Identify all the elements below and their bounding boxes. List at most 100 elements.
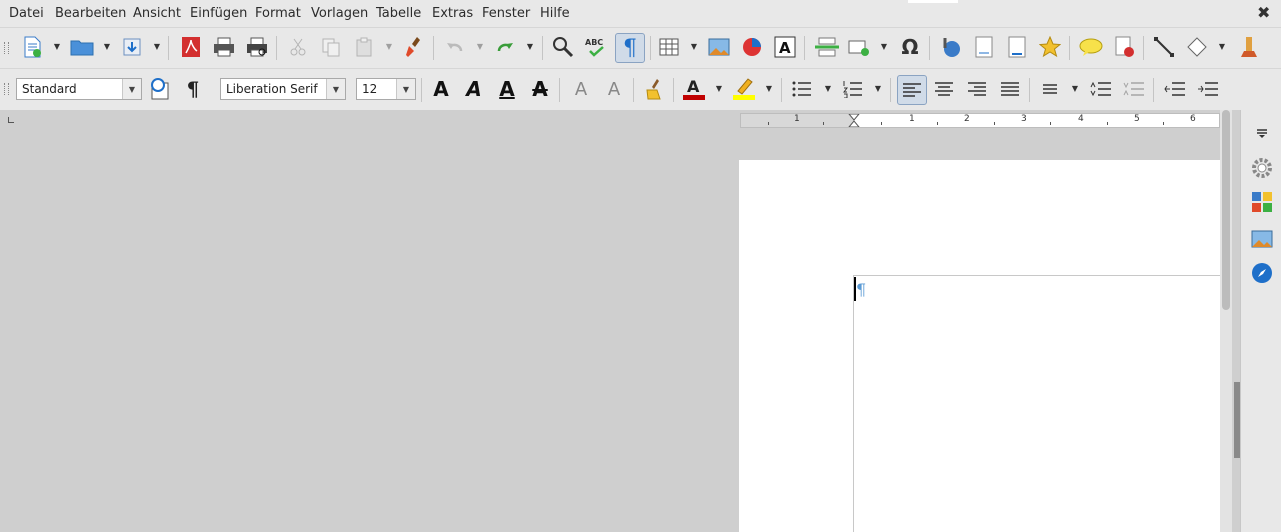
menu-tabelle[interactable]: Tabelle [376,6,421,21]
align-left-icon[interactable] [897,75,927,105]
vertical-scrollbar[interactable] [1220,110,1232,532]
field-dropdown-icon[interactable]: ▼ [880,43,888,51]
menu-extras[interactable]: Extras [432,6,473,21]
strikethrough-icon[interactable]: A [527,76,553,102]
line-icon[interactable] [1151,34,1177,60]
numbering-dropdown-icon[interactable]: ▼ [874,85,882,93]
copy-icon[interactable] [318,34,344,60]
indent-marker-icon[interactable] [848,114,860,127]
draw-functions-icon[interactable] [1236,34,1262,60]
menu-hilfe[interactable]: Hilfe [540,6,570,21]
update-style-icon[interactable] [147,76,173,102]
decrease-paragraph-spacing-icon[interactable] [1121,76,1147,102]
cut-icon[interactable] [285,34,311,60]
hyperlink-icon[interactable] [938,34,964,60]
chevron-down-icon[interactable]: ▼ [326,79,345,99]
numbered-list-icon[interactable] [840,76,866,102]
font-color-dropdown-icon[interactable]: ▼ [715,85,723,93]
justify-icon[interactable] [997,76,1023,102]
highlight-dropdown-icon[interactable]: ▼ [765,85,773,93]
redo-icon[interactable] [492,34,518,60]
image-icon[interactable] [706,34,732,60]
tab-stop-selector-icon[interactable] [8,117,14,123]
toolbar-handle[interactable] [4,42,9,54]
endnote-icon[interactable] [1004,34,1030,60]
chevron-down-icon[interactable]: ▼ [122,79,141,99]
line-spacing-dropdown-icon[interactable]: ▼ [1071,85,1079,93]
horizontal-ruler[interactable]: 1 1 2 3 4 5 6 [740,113,1220,128]
sidebar-menu-icon[interactable] [1251,122,1273,144]
italic-icon[interactable]: A [461,76,487,102]
properties-gear-icon[interactable] [1251,157,1273,179]
underline-icon[interactable]: A [494,76,520,102]
bold-glyph: A [433,77,449,101]
clone-formatting-icon[interactable] [402,34,428,60]
textbox-icon[interactable]: A [772,34,798,60]
separator [781,78,782,102]
bold-icon[interactable]: A [428,76,454,102]
save-dropdown-icon[interactable]: ▼ [153,43,161,51]
comment-icon[interactable] [1078,34,1104,60]
align-center-icon[interactable] [931,76,957,102]
decrease-indent-icon[interactable] [1195,76,1221,102]
footnote-icon[interactable] [971,34,997,60]
document-page[interactable] [739,160,1220,532]
styles-icon[interactable] [1251,191,1273,213]
basic-shapes-icon[interactable] [1184,34,1210,60]
undo-icon[interactable] [442,34,468,60]
menu-vorlagen[interactable]: Vorlagen [311,6,368,21]
navigator-compass-icon[interactable] [1251,262,1273,284]
highlight-color-icon[interactable] [731,76,757,102]
find-replace-icon[interactable] [550,34,576,60]
menu-einfuegen[interactable]: Einfügen [190,6,247,21]
formatting-marks-icon[interactable]: ¶ [615,33,645,63]
page-break-icon[interactable] [814,34,840,60]
new-dropdown-icon[interactable]: ▼ [53,43,61,51]
save-icon[interactable] [119,34,145,60]
clear-formatting-icon[interactable] [641,76,667,102]
redo-dropdown-icon[interactable]: ▼ [526,43,534,51]
font-size-combo[interactable]: 12 ▼ [356,78,416,100]
special-character-glyph: Ω [901,35,919,59]
font-color-icon[interactable]: A [681,76,707,102]
open-folder-icon[interactable] [69,34,95,60]
print-icon[interactable] [211,34,237,60]
font-name-combo[interactable]: Liberation Serif ▼ [220,78,346,100]
spellcheck-icon[interactable]: ABC [583,34,609,60]
track-changes-icon[interactable] [1111,34,1137,60]
superscript-icon[interactable]: A [568,76,594,102]
bookmark-icon[interactable] [1037,34,1063,60]
menu-bearbeiten[interactable]: Bearbeiten [55,6,126,21]
increase-paragraph-spacing-icon[interactable] [1088,76,1114,102]
table-icon[interactable] [656,34,682,60]
menu-datei[interactable]: Datei [9,6,44,21]
line-spacing-icon[interactable] [1037,76,1063,102]
table-dropdown-icon[interactable]: ▼ [690,43,698,51]
print-preview-icon[interactable] [244,34,270,60]
paragraph-style-combo[interactable]: Standard ▼ [16,78,142,100]
paste-icon[interactable] [351,34,377,60]
subscript-icon[interactable]: A [601,76,627,102]
new-document-icon[interactable] [19,34,45,60]
new-style-icon[interactable]: ¶ [180,76,206,102]
menu-format[interactable]: Format [255,6,301,21]
menu-ansicht[interactable]: Ansicht [133,6,181,21]
paste-dropdown-icon[interactable]: ▼ [385,43,393,51]
export-pdf-icon[interactable] [178,34,204,60]
open-dropdown-icon[interactable]: ▼ [103,43,111,51]
field-icon[interactable] [846,34,872,60]
gallery-icon[interactable] [1251,228,1273,250]
align-right-icon[interactable] [964,76,990,102]
chevron-down-icon[interactable]: ▼ [396,79,415,99]
bullet-list-icon[interactable] [789,76,815,102]
undo-dropdown-icon[interactable]: ▼ [476,43,484,51]
increase-indent-icon[interactable] [1162,76,1188,102]
bullet-dropdown-icon[interactable]: ▼ [824,85,832,93]
scrollbar-thumb[interactable] [1222,110,1230,310]
special-character-icon[interactable]: Ω [897,34,923,60]
close-document-icon[interactable]: ✖ [1257,3,1270,22]
toolbar-handle[interactable] [4,83,9,95]
shapes-dropdown-icon[interactable]: ▼ [1218,43,1226,51]
menu-fenster[interactable]: Fenster [482,6,530,21]
chart-icon[interactable] [739,34,765,60]
